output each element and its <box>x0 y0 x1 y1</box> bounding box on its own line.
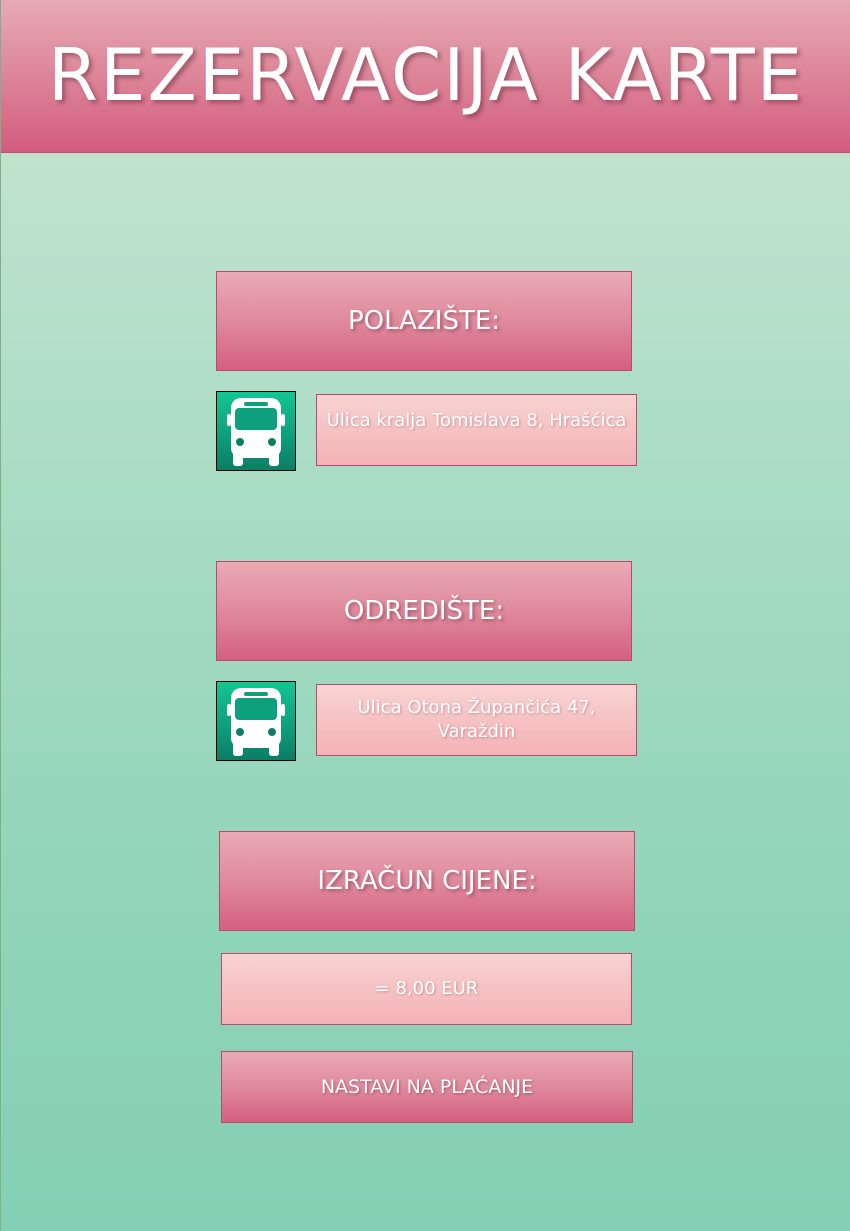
bus-icon <box>227 688 285 756</box>
destination-address-field[interactable]: Ulica Otona Župančića 47, Varaždin <box>316 684 637 756</box>
bus-icon <box>227 398 285 466</box>
destination-label: ODREDIŠTE: <box>216 561 632 661</box>
departure-bus-icon <box>216 391 296 471</box>
price-label: IZRAČUN CIJENE: <box>219 831 635 931</box>
page-title: REZERVACIJA KARTE <box>47 33 805 117</box>
page-header: REZERVACIJA KARTE <box>1 0 850 153</box>
departure-address-field[interactable]: Ulica kralja Tomislava 8, Hrašćica <box>316 394 637 466</box>
destination-bus-icon <box>216 681 296 761</box>
price-value: = 8,00 EUR <box>221 953 632 1025</box>
departure-label: POLAZIŠTE: <box>216 271 632 371</box>
continue-to-payment-button[interactable]: NASTAVI NA PLAĆANJE <box>221 1051 633 1123</box>
